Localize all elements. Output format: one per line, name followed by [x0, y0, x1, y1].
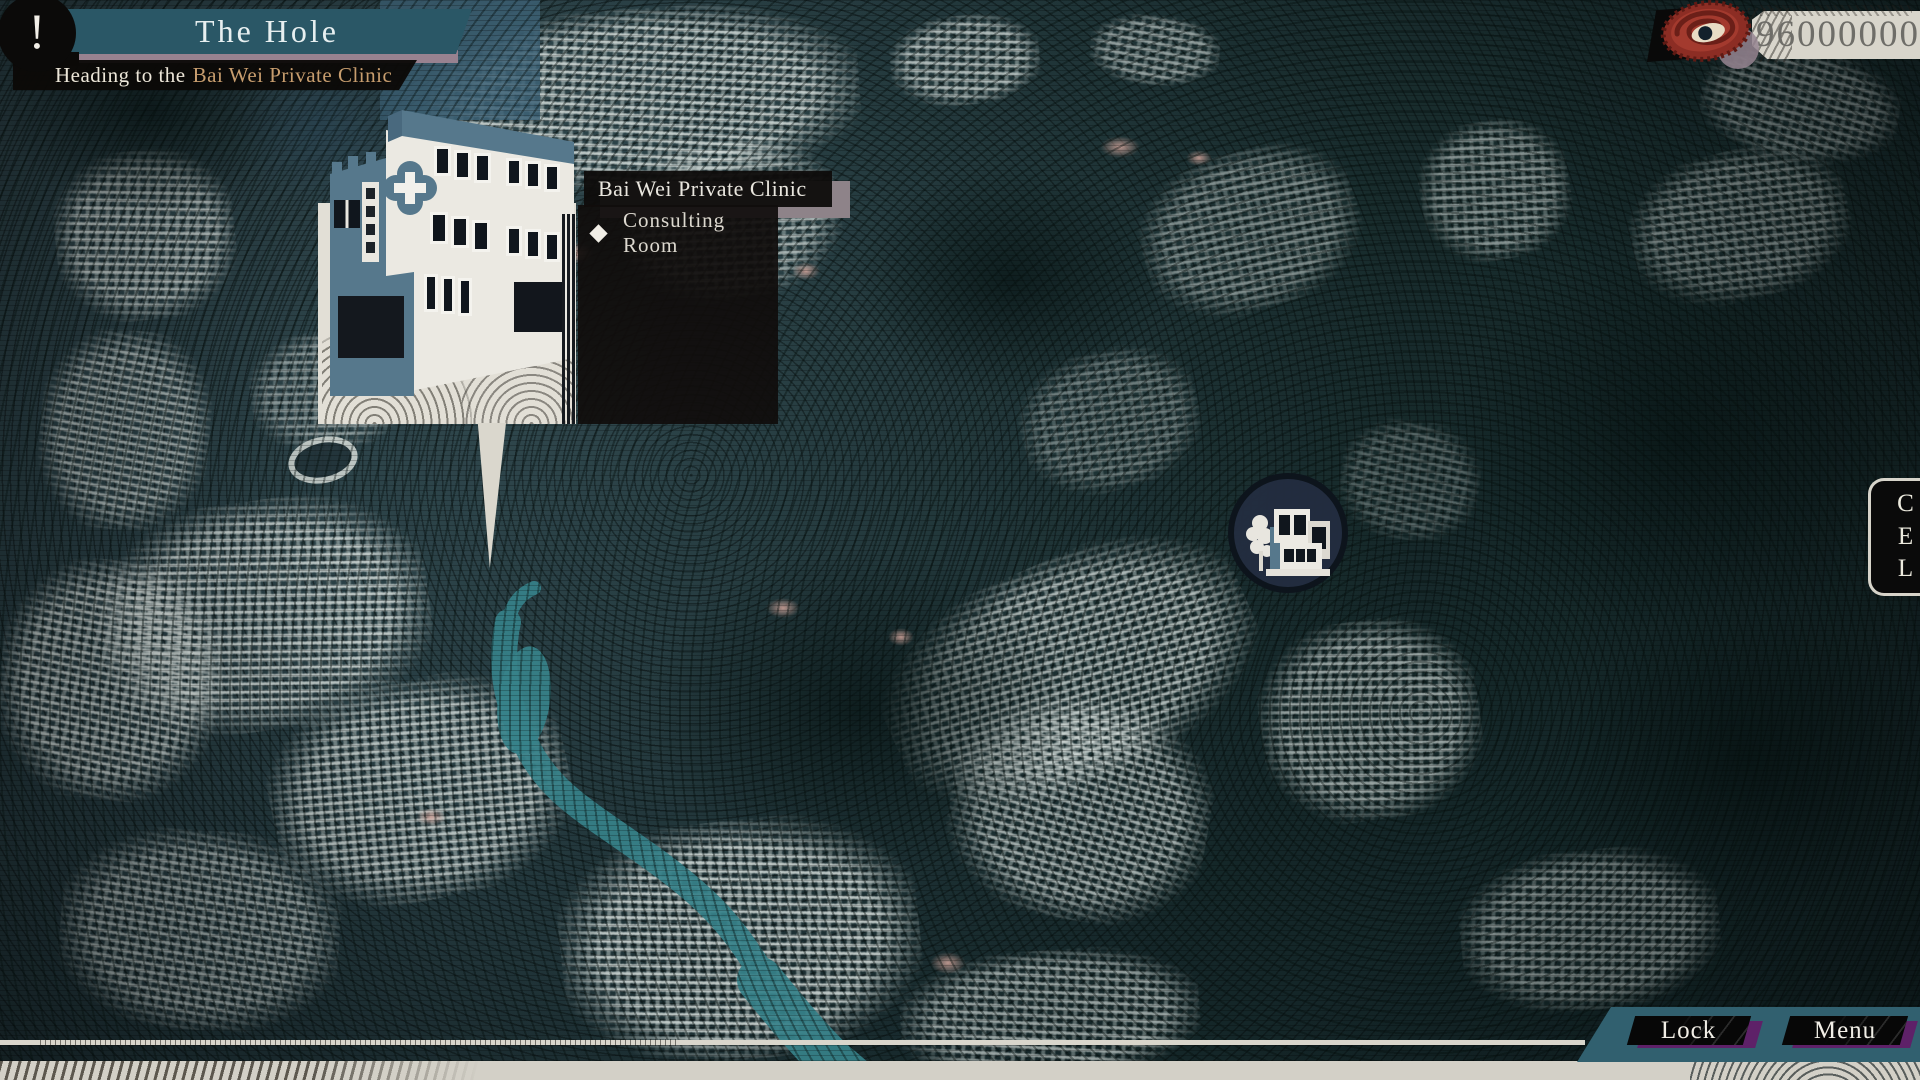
subtitle-destination: Bai Wei Private Clinic	[193, 63, 393, 88]
tab-letter: L	[1898, 553, 1914, 586]
diamond-bullet-icon	[589, 224, 607, 242]
map-marker-clinic[interactable]	[1226, 471, 1350, 595]
alert-glyph: !	[29, 2, 46, 60]
clinic-building-illustration	[318, 96, 576, 424]
popup-menu-item-consulting-room[interactable]: Consulting Room	[578, 216, 778, 250]
cell-side-tab[interactable]: C E L	[1868, 478, 1920, 596]
menu-button[interactable]: Menu	[1782, 1016, 1908, 1045]
popup-title-bar: Bai Wei Private Clinic	[584, 171, 832, 207]
city-map[interactable]	[0, 0, 1920, 1080]
bottom-film-strip	[0, 1061, 1920, 1080]
subtitle-prefix: Heading to the	[55, 63, 186, 88]
red-spiral-eye-icon	[1658, 0, 1756, 66]
popup-title: Bai Wei Private Clinic	[598, 176, 807, 202]
location-title: The Hole	[195, 13, 339, 50]
river	[0, 0, 1920, 1080]
tab-letter: C	[1897, 488, 1915, 521]
location-banner: The Hole	[62, 9, 472, 54]
tab-letter: E	[1898, 521, 1914, 554]
currency-amount: 96000000	[1756, 13, 1916, 56]
bottom-divider-line	[0, 1040, 1585, 1045]
lock-button[interactable]: Lock	[1627, 1016, 1751, 1045]
destination-subtitle-bar: Heading to the Bai Wei Private Clinic	[13, 60, 417, 90]
popup-menu-item-label: Consulting Room	[623, 208, 778, 258]
game-map-screen: Bai Wei Private Clinic Consulting Room T…	[0, 0, 1920, 1080]
stadium-landmark	[284, 430, 362, 490]
